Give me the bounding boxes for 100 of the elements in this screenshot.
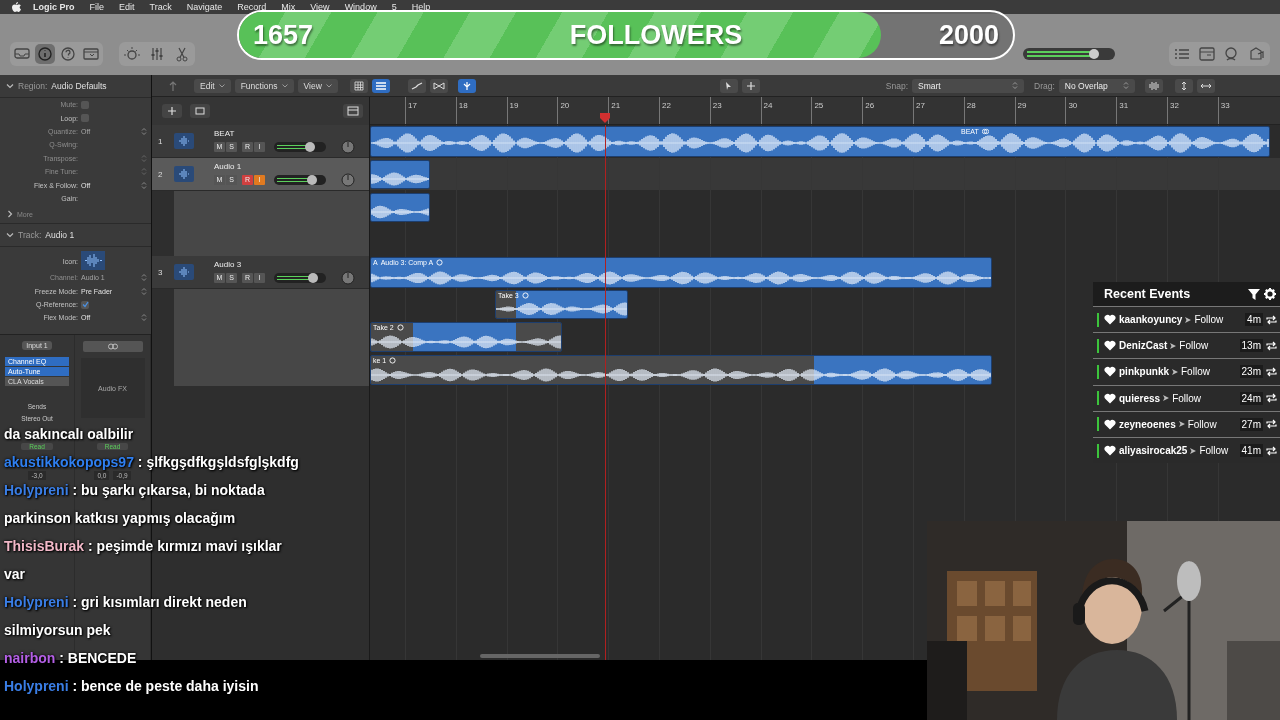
circle-icon [436,259,444,266]
snap-dropdown[interactable]: Smart [912,78,1024,93]
pan-knob[interactable] [341,172,355,187]
event-row[interactable]: quieress Follow 24m [1093,384,1280,411]
add-track-button[interactable] [162,104,182,118]
bar-number: 22 [662,101,671,110]
stepper-icon [1012,80,1018,90]
track-number: 2 [157,169,164,179]
volume-fader[interactable] [274,272,326,283]
drag-dropdown[interactable]: No Overlap [1058,78,1135,93]
vertical-zoom-button[interactable] [1174,78,1193,93]
follower-count: 1657 [253,19,314,51]
event-username: pinkpunkk [1119,366,1169,378]
event-username: aliyasirocak25 [1119,445,1188,457]
info-button[interactable] [35,43,55,64]
circle-icon [389,357,397,364]
bar-number: 27 [916,101,925,110]
menu-button[interactable]: View [297,78,338,93]
goal-target: 2000 [938,19,999,51]
bar-number: 33 [1220,101,1230,110]
grid-view-button[interactable] [349,78,368,93]
browser-icon[interactable] [1198,44,1216,63]
caret-icon [325,83,332,88]
bar-number: 20 [560,101,570,110]
track-name[interactable]: BEAT [214,128,369,138]
apple-logo-icon[interactable] [12,2,21,12]
menu-item[interactable]: 5 [391,2,397,12]
menu-item[interactable]: Track [149,2,172,12]
filter-icon[interactable] [1248,288,1260,300]
volume-fader[interactable] [274,141,326,152]
duplicate-track-button[interactable] [190,104,210,118]
menu-item[interactable]: Navigate [186,2,223,12]
track-view-button[interactable] [343,104,363,118]
section-title: Audio Defaults [51,81,107,91]
event-row[interactable]: aliyasirocak25 Follow 41m [1093,436,1280,464]
chevron-right-icon[interactable] [6,210,14,219]
audio-region[interactable] [370,160,430,189]
menu-item[interactable]: File [89,2,105,12]
chevron-down-icon[interactable] [6,82,14,90]
event-row[interactable]: pinkpunkk Follow 23m [1093,358,1280,385]
event-time: 4m [1245,313,1263,327]
chat-message: da sakıncalı oalbilir [4,426,134,442]
replay-icon[interactable] [1266,445,1277,456]
master-volume-slider[interactable] [1023,47,1115,60]
checkbox[interactable] [81,300,89,309]
menu-item[interactable]: Help [411,2,431,12]
section-title: Audio 1 [45,230,75,241]
section-label: Track: [18,230,42,241]
event-row[interactable]: DenizCast Follow 13m [1093,332,1280,359]
chevron-down-icon[interactable] [6,231,14,240]
list-view-button[interactable] [371,78,390,93]
automation-button[interactable] [407,78,426,93]
crosshair-tool-button[interactable] [741,78,760,93]
arrow-icon [1170,342,1177,349]
event-username: DenizCast [1119,340,1168,352]
flex-button[interactable] [429,78,448,93]
playhead-marker[interactable] [600,113,610,123]
replay-icon[interactable] [1266,340,1277,351]
app-menu[interactable]: Logic Pro [33,2,75,12]
waveform-zoom-icon [1147,80,1160,91]
waveform-icon[interactable] [81,251,105,271]
replay-icon[interactable] [1266,366,1277,377]
heart-icon [1104,392,1116,404]
menu-button[interactable]: Edit [194,78,231,93]
track-name[interactable]: Audio 3 [214,259,369,269]
list-view-icon [374,80,387,91]
bar-number: 23 [712,101,722,110]
checkmark-icon [81,301,89,309]
menu-item[interactable]: View [310,2,330,12]
settings-icon[interactable] [1264,288,1276,300]
track-number: 1 [157,136,164,146]
menu-button[interactable]: Functions [234,78,294,93]
replay-icon[interactable] [1266,419,1277,430]
replay-icon[interactable] [1266,393,1277,404]
menu-item[interactable]: Window [344,2,377,12]
waveform-icon [174,264,194,280]
menu-item[interactable]: Edit [119,2,135,12]
pan-knob[interactable] [341,139,355,154]
snap-label: Snap: [885,80,908,91]
pan-knob[interactable] [341,270,355,285]
pointer-tool-button[interactable] [719,78,738,93]
brightness-icon[interactable] [123,44,141,63]
heart-icon [1104,366,1116,378]
track-name[interactable]: Audio 1 [214,161,369,171]
horizontal-zoom-button[interactable] [1196,78,1215,93]
audio-region[interactable] [370,193,430,222]
chat-message: Holypreni : bence de peste daha iyisin [4,678,259,694]
event-row[interactable]: kaankoyuncy Follow 4m [1093,306,1280,333]
bar-number: 25 [814,101,824,110]
menu-item[interactable]: Record [237,2,267,12]
link-button[interactable] [82,341,143,352]
menu-item[interactable]: Mix [281,2,296,12]
catch-button[interactable] [457,78,476,93]
volume-fader[interactable] [274,174,326,185]
replay-icon[interactable] [1266,314,1277,325]
event-row[interactable]: zeyneoenes Follow 27m [1093,410,1280,437]
scrollbar[interactable] [480,654,600,658]
waveform-zoom-button[interactable] [1144,78,1163,93]
stepper-icon [1122,80,1129,90]
checkbox[interactable] [81,114,89,123]
